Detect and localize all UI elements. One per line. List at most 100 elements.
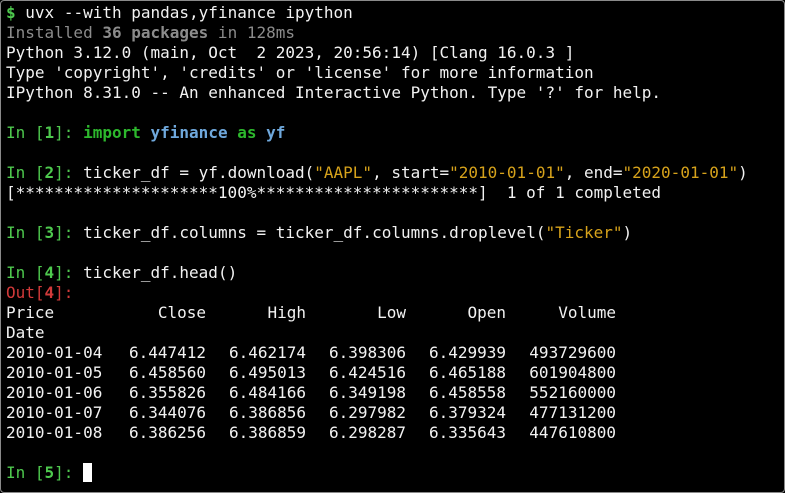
- shell-command: uvx --with pandas,yfinance ipython: [25, 3, 353, 22]
- cell-volume: 601904800: [529, 363, 616, 382]
- code-text: , end=: [564, 163, 623, 182]
- input-cell-3: In [3]: ticker_df.columns = ticker_df.co…: [6, 223, 784, 243]
- string-literal: "Ticker": [545, 223, 623, 242]
- string-literal: "2020-01-01": [622, 163, 739, 182]
- cell-close: 6.355826: [128, 383, 206, 402]
- in-prompt-number: 4: [44, 263, 55, 282]
- cell-volume: 477131200: [529, 403, 616, 422]
- keyword-as: as: [237, 123, 257, 142]
- cell-close: 6.344076: [128, 403, 206, 422]
- install-prefix: Installed: [6, 23, 103, 42]
- in-prompt-close: ]:: [54, 163, 84, 182]
- code-text: ): [738, 163, 748, 182]
- row-date: 2010-01-08: [6, 423, 103, 442]
- terminal-window[interactable]: $ uvx --with pandas,yfinance ipython Ins…: [0, 0, 785, 493]
- banner-ipython-version: IPython 8.31.0 -- An enhanced Interactiv…: [6, 83, 662, 102]
- in-prompt-number: 2: [44, 163, 55, 182]
- string-literal: "AAPL": [314, 163, 373, 182]
- terminal-output: $ uvx --with pandas,yfinance ipython Ins…: [6, 3, 784, 483]
- in-prompt-number: 1: [44, 123, 55, 142]
- cell-open: 6.379324: [428, 403, 506, 422]
- module-alias: yf: [266, 123, 286, 142]
- cell-high: 6.386859: [228, 423, 306, 442]
- in-prompt-close: ]:: [54, 123, 84, 142]
- install-suffix: in 128ms: [208, 23, 295, 42]
- cell-high: 6.386856: [228, 403, 306, 422]
- in-prompt-label: In [: [6, 123, 45, 142]
- shell-command-line: $ uvx --with pandas,yfinance ipython: [6, 3, 784, 23]
- cell-low: 6.298287: [328, 423, 406, 442]
- cell-close: 6.458560: [128, 363, 206, 382]
- header-price: Price: [6, 303, 55, 322]
- column-header: Low: [377, 303, 406, 322]
- table-row: 2010-01-05 6.458560 6.495013 6.424516 6.4651…: [6, 363, 784, 383]
- dataframe-index-name: Date: [6, 323, 45, 342]
- banner-python-version: Python 3.12.0 (main, Oct 2 2023, 20:56:1…: [6, 43, 575, 62]
- row-date: 2010-01-05: [6, 363, 103, 382]
- cell-close: 6.386256: [128, 423, 206, 442]
- input-cell-2: In [2]: ticker_df = yf.download("AAPL", …: [6, 163, 784, 183]
- input-cell-5[interactable]: In [5]:: [6, 463, 784, 483]
- shell-prompt: $: [6, 3, 16, 22]
- code-text: ticker_df.columns = ticker_df.columns.dr…: [83, 223, 546, 242]
- cell-low: 6.398306: [328, 343, 406, 362]
- output-cell-4: Out[4]:: [6, 283, 784, 303]
- cell-low: 6.349198: [328, 383, 406, 402]
- in-prompt-label: In [: [6, 463, 45, 482]
- column-header: High: [267, 303, 306, 322]
- table-row: 2010-01-06 6.355826 6.484166 6.349198 6.4585…: [6, 383, 784, 403]
- row-date: 2010-01-04: [6, 343, 103, 362]
- text-cursor[interactable]: [83, 463, 93, 482]
- table-row: 2010-01-08 6.386256 6.386859 6.298287 6.3356…: [6, 423, 784, 443]
- cell-low: 6.297982: [328, 403, 406, 422]
- cell-open: 6.465188: [428, 363, 506, 382]
- cell-volume: 552160000: [529, 383, 616, 402]
- in-prompt-number: 3: [44, 223, 55, 242]
- in-prompt-close: ]:: [54, 223, 84, 242]
- cell-high: 6.462174: [228, 343, 306, 362]
- row-date: 2010-01-07: [6, 403, 103, 422]
- cell-high: 6.495013: [228, 363, 306, 382]
- cell-close: 6.447412: [128, 343, 206, 362]
- module-name: yfinance: [150, 123, 228, 142]
- dataframe-header: Price Close High Low Open Volume: [6, 303, 784, 323]
- table-row: 2010-01-07 6.344076 6.386856 6.297982 6.3793…: [6, 403, 784, 423]
- table-row: 2010-01-04 6.447412 6.462174 6.398306 6.4299…: [6, 343, 784, 363]
- in-prompt-close: ]:: [54, 463, 84, 482]
- in-prompt-label: In [: [6, 223, 45, 242]
- code-text: ticker_df = yf.download(: [83, 163, 315, 182]
- keyword-import: import: [83, 123, 141, 142]
- in-prompt-close: ]:: [54, 263, 84, 282]
- in-prompt-label: In [: [6, 163, 45, 182]
- cell-low: 6.424516: [328, 363, 406, 382]
- string-literal: "2010-01-01": [449, 163, 565, 182]
- download-progress: [*********************100%**************…: [6, 183, 662, 202]
- cell-volume: 493729600: [529, 343, 616, 362]
- column-header: Volume: [558, 303, 616, 322]
- in-prompt-number: 5: [44, 463, 55, 482]
- column-header: Open: [467, 303, 506, 322]
- code-text: ): [622, 223, 633, 242]
- cell-open: 6.458558: [428, 383, 506, 402]
- out-prompt-number: 4: [44, 283, 55, 302]
- input-cell-1: In [1]: import yfinance as yf: [6, 123, 784, 143]
- cell-open: 6.335643: [428, 423, 506, 442]
- out-prompt-close: ]:: [54, 283, 74, 302]
- cell-high: 6.484166: [228, 383, 306, 402]
- banner-info: Type 'copyright', 'credits' or 'license'…: [6, 63, 594, 82]
- row-date: 2010-01-06: [6, 383, 103, 402]
- out-prompt-label: Out[: [6, 283, 45, 302]
- cell-volume: 447610800: [529, 423, 616, 442]
- cell-open: 6.429939: [428, 343, 506, 362]
- code-text: , start=: [372, 163, 450, 182]
- install-count: 36 packages: [102, 23, 209, 42]
- in-prompt-label: In [: [6, 263, 45, 282]
- input-cell-4: In [4]: ticker_df.head(): [6, 263, 784, 283]
- install-status-line: Installed 36 packages in 128ms: [6, 23, 784, 43]
- column-header: Close: [157, 303, 206, 322]
